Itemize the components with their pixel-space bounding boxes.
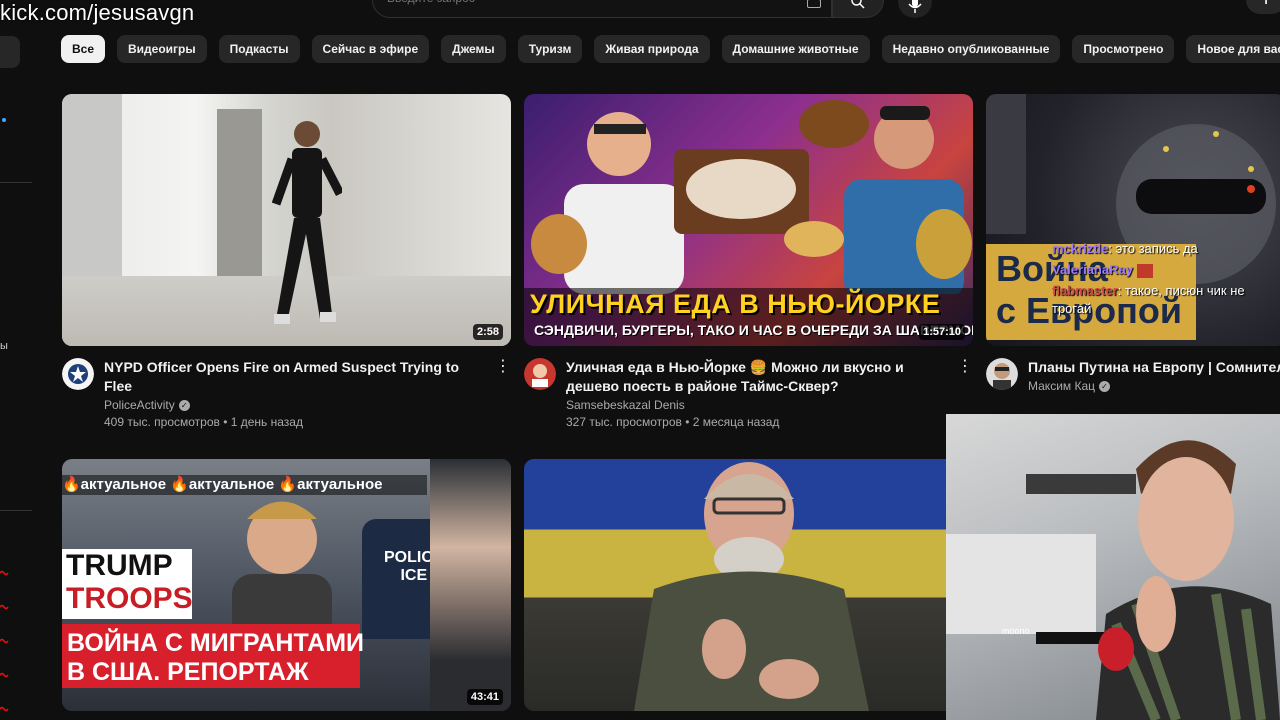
more-options-icon[interactable]: ⋮ bbox=[495, 358, 511, 376]
channel-avatar[interactable] bbox=[986, 358, 1018, 390]
chat-user: flabmaster bbox=[1052, 283, 1118, 298]
video-card[interactable]: 3 bbox=[524, 459, 973, 711]
search-input[interactable] bbox=[387, 0, 817, 5]
thumb-person bbox=[634, 462, 869, 711]
thumb-illustration bbox=[531, 100, 972, 294]
sign-line: TRUMP bbox=[66, 549, 173, 582]
microphone-icon bbox=[908, 0, 922, 13]
thumb-protest-sign: TRUMP TROOPS bbox=[62, 549, 193, 619]
plus-icon: + bbox=[1260, 0, 1273, 12]
channel-name[interactable]: Samsebeskazal Denis bbox=[566, 398, 685, 412]
channel-name[interactable]: PoliceActivity bbox=[104, 398, 175, 412]
chip-recently-uploaded[interactable]: Недавно опубликованные bbox=[881, 35, 1061, 63]
video-thumbnail[interactable]: 🔥актуальное 🔥актуальное 🔥актуальное TRUM… bbox=[62, 459, 511, 711]
channel-name[interactable]: Максим Кац bbox=[1028, 379, 1095, 393]
video-thumbnail[interactable]: 2:58 bbox=[62, 94, 511, 346]
chip-jams[interactable]: Джемы bbox=[441, 35, 506, 63]
thumb-title-text: ВОЙНА С МИГРАНТАМИ В США. РЕПОРТАЖ bbox=[67, 629, 364, 686]
live-indicator-icon bbox=[0, 638, 9, 644]
chat-user: ValerianaRay bbox=[1052, 262, 1133, 277]
thumb-person bbox=[272, 121, 342, 324]
chip-tourism[interactable]: Туризм bbox=[517, 35, 583, 63]
filter-chips-bar: Все Видеоигры Подкасты Сейчас в эфире Дж… bbox=[61, 35, 1280, 63]
search-button[interactable] bbox=[832, 0, 884, 18]
thumb-reporter bbox=[430, 459, 511, 711]
mic-brand-label: moono bbox=[1002, 626, 1030, 636]
video-card[interactable]: 2:58 NYPD Officer Opens Fire on Armed Su… bbox=[62, 94, 511, 429]
channel-avatar[interactable] bbox=[524, 358, 556, 390]
sign-line: TROOPS bbox=[66, 582, 193, 615]
video-thumbnail[interactable]: 3 bbox=[524, 459, 973, 711]
video-stats: 327 тыс. просмотров • 2 месяца назад bbox=[566, 415, 780, 429]
search-icon bbox=[851, 0, 865, 9]
chip-watched[interactable]: Просмотрено bbox=[1072, 35, 1175, 63]
thumb-person bbox=[232, 501, 332, 639]
live-indicator-icon bbox=[0, 672, 9, 678]
stream-chat-overlay: mckriztle: это запись да ValerianaRay fl… bbox=[1052, 240, 1280, 321]
video-duration: 1:57:10 bbox=[919, 324, 965, 340]
video-card[interactable]: УЛИЧНАЯ ЕДА В НЬЮ-ЙОРКЕ СЭНДВИЧИ, БУРГЕР… bbox=[524, 94, 973, 429]
chip-pets[interactable]: Домашние животные bbox=[721, 35, 870, 63]
chip-podcasts[interactable]: Подкасты bbox=[218, 35, 300, 63]
microphone-icon bbox=[1036, 627, 1134, 671]
stream-url-overlay: kick.com/jesusavgn bbox=[0, 0, 195, 25]
chip-live[interactable]: Сейчас в эфире bbox=[311, 35, 430, 63]
sidebar-home-item[interactable] bbox=[0, 36, 20, 68]
chat-message: mckriztle: это запись да bbox=[1052, 240, 1280, 258]
live-indicator-icon bbox=[0, 706, 9, 712]
video-stats: 409 тыс. просмотров • 1 день назад bbox=[104, 415, 303, 429]
keyboard-icon[interactable] bbox=[807, 0, 821, 8]
streamer-webcam: moono bbox=[946, 414, 1280, 720]
chip-videogames[interactable]: Видеоигры bbox=[117, 35, 207, 63]
video-card[interactable]: 🔥актуальное 🔥актуальное 🔥актуальное TRUM… bbox=[62, 459, 511, 711]
video-thumbnail[interactable]: УЛИЧНАЯ ЕДА В НЬЮ-ЙОРКЕ СЭНДВИЧИ, БУРГЕР… bbox=[524, 94, 973, 346]
voice-search-button[interactable] bbox=[898, 0, 932, 18]
video-title[interactable]: Планы Путина на Европу | Сомнительные в … bbox=[1028, 358, 1280, 377]
sidebar-divider bbox=[0, 510, 32, 511]
search-bar[interactable] bbox=[372, 0, 832, 18]
chat-message: flabmaster: такое, писюн чик не трогай bbox=[1052, 282, 1280, 318]
chat-message: ValerianaRay bbox=[1052, 261, 1280, 279]
live-indicator-icon bbox=[0, 570, 9, 576]
chip-all[interactable]: Все bbox=[61, 35, 106, 63]
more-options-icon[interactable]: ⋮ bbox=[957, 358, 973, 376]
sidebar-divider bbox=[0, 182, 32, 183]
create-button[interactable]: + bbox=[1246, 0, 1280, 14]
sidebar-item-fragment[interactable]: ы bbox=[0, 340, 8, 352]
verified-icon: ✓ bbox=[178, 399, 190, 411]
video-duration: 2:58 bbox=[472, 324, 503, 340]
chat-user: mckriztle bbox=[1052, 241, 1109, 256]
video-title[interactable]: Уличная еда в Нью-Йорке 🍔 Можно ли вкусн… bbox=[566, 358, 949, 396]
thumb-subline: СЭНДВИЧИ, БУРГЕРЫ, ТАКО И ЧАС В ОЧЕРЕДИ … bbox=[534, 322, 973, 338]
thumb-headline: УЛИЧНАЯ ЕДА В НЬЮ-ЙОРКЕ bbox=[530, 289, 941, 319]
verified-icon: ✓ bbox=[1099, 380, 1111, 392]
emote-icon bbox=[1136, 263, 1153, 278]
chat-text: : это запись да bbox=[1108, 241, 1198, 256]
sidebar-notification-dot bbox=[2, 118, 6, 122]
live-indicator-icon bbox=[0, 604, 9, 610]
video-duration: 43:41 bbox=[466, 689, 503, 705]
chip-wildlife[interactable]: Живая природа bbox=[594, 35, 710, 63]
channel-avatar[interactable] bbox=[62, 358, 94, 390]
chip-new-for-you[interactable]: Новое для вас bbox=[1186, 35, 1280, 63]
video-title[interactable]: NYPD Officer Opens Fire on Armed Suspect… bbox=[104, 358, 487, 396]
